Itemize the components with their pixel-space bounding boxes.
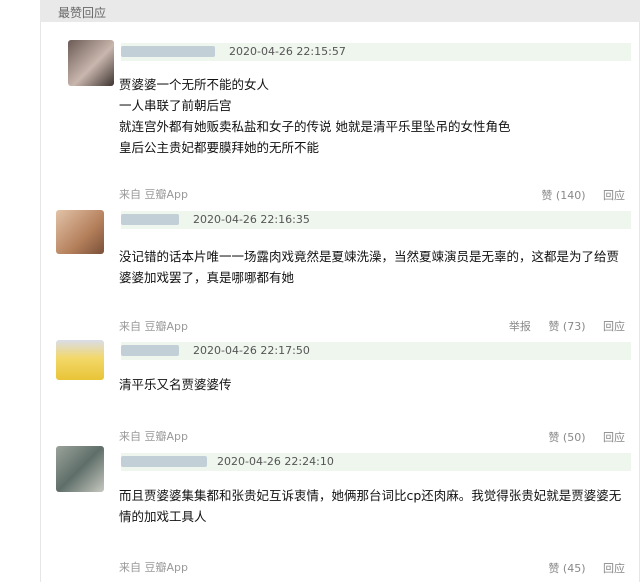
comment-line: 情的加戏工具人 xyxy=(119,509,207,524)
username[interactable] xyxy=(121,456,207,467)
comment-line: 没记错的话本片唯一一场露肉戏竟然是夏竦洗澡，当然夏竦演员是无辜的，这都是为了给贾 xyxy=(119,249,620,264)
comment-line: 而且贾婆婆集集都和张贵妃互诉衷情，她俩那台词比cp还肉麻。我觉得张贵妃就是贾婆婆… xyxy=(119,488,622,503)
comment-text: 贾婆婆一个无所不能的女人 一人串联了前朝后宫 就连宫外都有她贩卖私盐和女子的传说… xyxy=(119,74,510,158)
comment-actions: 赞 (50) 回应 xyxy=(534,429,625,445)
comment-time: 2020-04-26 22:24:10 xyxy=(217,455,334,468)
username[interactable] xyxy=(121,345,179,356)
comment-time: 2020-04-26 22:17:50 xyxy=(193,344,310,357)
comment-actions: 赞 (140) 回应 xyxy=(527,187,625,203)
comment-line: 就连宫外都有她贩卖私盐和女子的传说 她就是清平乐里坠吊的女性角色 xyxy=(119,119,511,134)
reply-button[interactable]: 回应 xyxy=(603,189,625,202)
like-button[interactable]: 赞 (140) xyxy=(541,189,585,202)
comment-item: 2020-04-26 22:15:57 贾婆婆一个无所不能的女人 一人串联了前朝… xyxy=(40,22,640,210)
like-button[interactable]: 赞 (50) xyxy=(548,431,585,444)
comment-item: 2020-04-26 22:16:35 没记错的话本片唯一一场露肉戏竟然是夏竦洗… xyxy=(40,210,640,340)
avatar[interactable] xyxy=(56,210,104,254)
comment-source: 来自 豆瓣App xyxy=(119,188,188,201)
avatar[interactable] xyxy=(68,40,114,86)
comment-line: 清平乐又名贾婆婆传 xyxy=(119,377,232,392)
reply-button[interactable]: 回应 xyxy=(603,431,625,444)
report-button[interactable]: 举报 xyxy=(509,320,531,333)
comment-actions: 举报 赞 (73) 回应 xyxy=(495,318,625,334)
comment-time: 2020-04-26 22:15:57 xyxy=(229,45,346,58)
like-button[interactable]: 赞 (73) xyxy=(548,320,585,333)
comment-line: 一人串联了前朝后宫 xyxy=(119,98,232,113)
comment-source: 来自 豆瓣App xyxy=(119,430,188,443)
comment-line: 贾婆婆一个无所不能的女人 xyxy=(119,77,270,92)
comment-item: 2020-04-26 22:17:50 清平乐又名贾婆婆传 来自 豆瓣App 赞… xyxy=(40,340,640,446)
section-header: 最赞回应 xyxy=(40,0,640,23)
comment-text: 没记错的话本片唯一一场露肉戏竟然是夏竦洗澡，当然夏竦演员是无辜的，这都是为了给贾… xyxy=(119,246,619,288)
comment-item: 2020-04-26 22:24:10 而且贾婆婆集集都和张贵妃互诉衷情，她俩那… xyxy=(40,446,640,582)
avatar[interactable] xyxy=(56,446,104,492)
reply-button[interactable]: 回应 xyxy=(603,562,625,575)
comment-source: 来自 豆瓣App xyxy=(119,320,188,333)
comment-line: 婆婆加戏罢了，真是哪哪都有她 xyxy=(119,270,295,285)
username[interactable] xyxy=(121,214,179,225)
comment-text: 清平乐又名贾婆婆传 xyxy=(119,374,232,395)
comment-line: 皇后公主贵妃都要膜拜她的无所不能 xyxy=(119,140,320,155)
avatar[interactable] xyxy=(56,340,104,380)
like-button[interactable]: 赞 (45) xyxy=(548,562,585,575)
reply-button[interactable]: 回应 xyxy=(603,320,625,333)
username[interactable] xyxy=(121,46,215,57)
comment-actions: 赞 (45) 回应 xyxy=(534,560,625,576)
comment-source: 来自 豆瓣App xyxy=(119,561,188,574)
comment-text: 而且贾婆婆集集都和张贵妃互诉衷情，她俩那台词比cp还肉麻。我觉得张贵妃就是贾婆婆… xyxy=(119,485,621,527)
section-title: 最赞回应 xyxy=(58,6,107,20)
comment-time: 2020-04-26 22:16:35 xyxy=(193,213,310,226)
